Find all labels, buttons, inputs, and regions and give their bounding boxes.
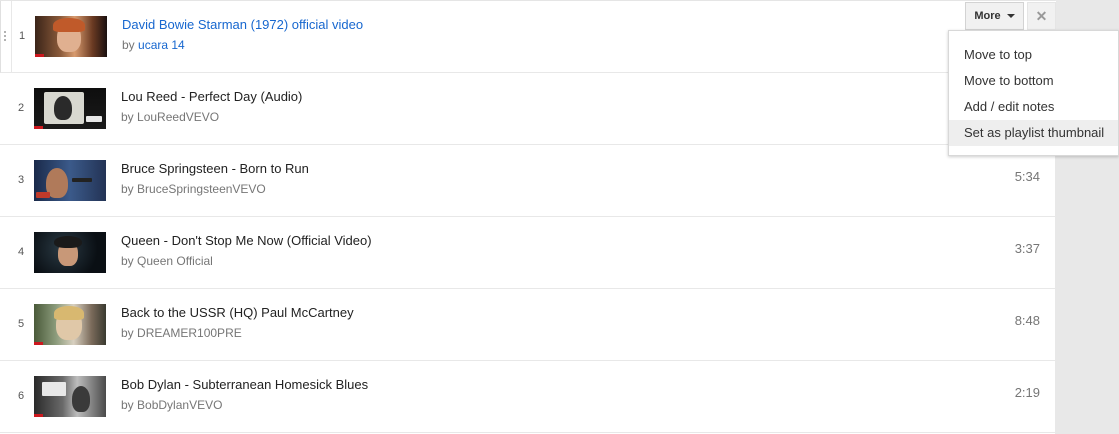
watch-progress <box>34 414 43 417</box>
close-icon[interactable]: ✕ <box>1027 2 1056 30</box>
playlist-row-5[interactable]: 5 Back to the USSR (HQ) Paul McCartney b… <box>0 289 1055 361</box>
video-thumbnail[interactable] <box>34 160 106 201</box>
byline-prefix: by <box>121 326 134 340</box>
caret-down-icon <box>1006 14 1015 18</box>
more-button[interactable]: More <box>965 2 1024 30</box>
byline-prefix: by <box>121 254 134 268</box>
menu-item-add-edit-notes[interactable]: Add / edit notes <box>949 94 1118 120</box>
row-index: 1 <box>18 30 26 42</box>
video-duration: 8:48 <box>1014 313 1040 328</box>
channel-link[interactable]: LouReedVEVO <box>137 110 219 124</box>
byline-prefix: by <box>121 110 134 124</box>
playlist-row-3[interactable]: 3 Bruce Springsteen - Born to Run by Bru… <box>0 145 1055 217</box>
byline-prefix: by <box>122 38 135 52</box>
playlist-row-2[interactable]: 2 Lou Reed - Perfect Day (Audio) by LouR… <box>0 73 1055 145</box>
video-duration: 3:37 <box>1014 241 1040 256</box>
more-menu: Move to top Move to bottom Add / edit no… <box>948 30 1119 156</box>
more-label: More <box>974 10 1001 22</box>
video-duration: 2:19 <box>1014 385 1040 400</box>
row-divider <box>11 1 12 72</box>
menu-item-move-to-top[interactable]: Move to top <box>949 42 1118 68</box>
video-title[interactable]: Back to the USSR (HQ) Paul McCartney <box>121 305 354 320</box>
playlist-row-4[interactable]: 4 Queen - Don't Stop Me Now (Official Vi… <box>0 217 1055 289</box>
channel-link[interactable]: BobDylanVEVO <box>137 398 222 412</box>
playlist-row-6[interactable]: 6 Bob Dylan - Subterranean Homesick Blue… <box>0 361 1055 433</box>
video-byline: by BruceSpringsteenVEVO <box>121 182 266 196</box>
menu-item-set-thumbnail[interactable]: Set as playlist thumbnail <box>949 120 1118 146</box>
video-thumbnail[interactable] <box>34 304 106 345</box>
playlist-row-1[interactable]: 1 David Bowie Starman (1972) official vi… <box>0 1 1056 73</box>
video-byline: by LouReedVEVO <box>121 110 219 124</box>
channel-link[interactable]: Queen Official <box>137 254 213 268</box>
video-title[interactable]: Bob Dylan - Subterranean Homesick Blues <box>121 377 368 392</box>
channel-link[interactable]: BruceSpringsteenVEVO <box>137 182 266 196</box>
row-index: 6 <box>17 390 25 402</box>
menu-item-move-to-bottom[interactable]: Move to bottom <box>949 68 1118 94</box>
video-byline: by BobDylanVEVO <box>121 398 222 412</box>
video-title[interactable]: Queen - Don't Stop Me Now (Official Vide… <box>121 233 372 248</box>
video-thumbnail[interactable] <box>34 232 106 273</box>
row-index: 3 <box>17 174 25 186</box>
byline-prefix: by <box>121 398 134 412</box>
byline-prefix: by <box>121 182 134 196</box>
video-byline: by DREAMER100PRE <box>121 326 242 340</box>
video-byline: by Queen Official <box>121 254 213 268</box>
playlist-list: 1 David Bowie Starman (1972) official vi… <box>0 0 1056 434</box>
row-index: 2 <box>17 102 25 114</box>
playlist-page: 1 David Bowie Starman (1972) official vi… <box>0 0 1119 434</box>
watch-progress <box>35 54 44 57</box>
video-title[interactable]: David Bowie Starman (1972) official vide… <box>122 17 363 32</box>
channel-link[interactable]: DREAMER100PRE <box>137 326 242 340</box>
row-index: 4 <box>17 246 25 258</box>
video-thumbnail[interactable] <box>35 16 107 57</box>
video-thumbnail[interactable] <box>34 376 106 417</box>
video-title[interactable]: Bruce Springsteen - Born to Run <box>121 161 309 176</box>
watch-progress <box>34 342 43 345</box>
row-index: 5 <box>17 318 25 330</box>
drag-handle-icon[interactable] <box>4 31 7 41</box>
watch-progress <box>34 126 43 129</box>
channel-link[interactable]: ucara 14 <box>138 38 185 52</box>
video-duration: 5:34 <box>1014 169 1040 184</box>
video-thumbnail[interactable] <box>34 88 106 129</box>
video-title[interactable]: Lou Reed - Perfect Day (Audio) <box>121 89 302 104</box>
video-byline: by ucara 14 <box>122 38 185 52</box>
